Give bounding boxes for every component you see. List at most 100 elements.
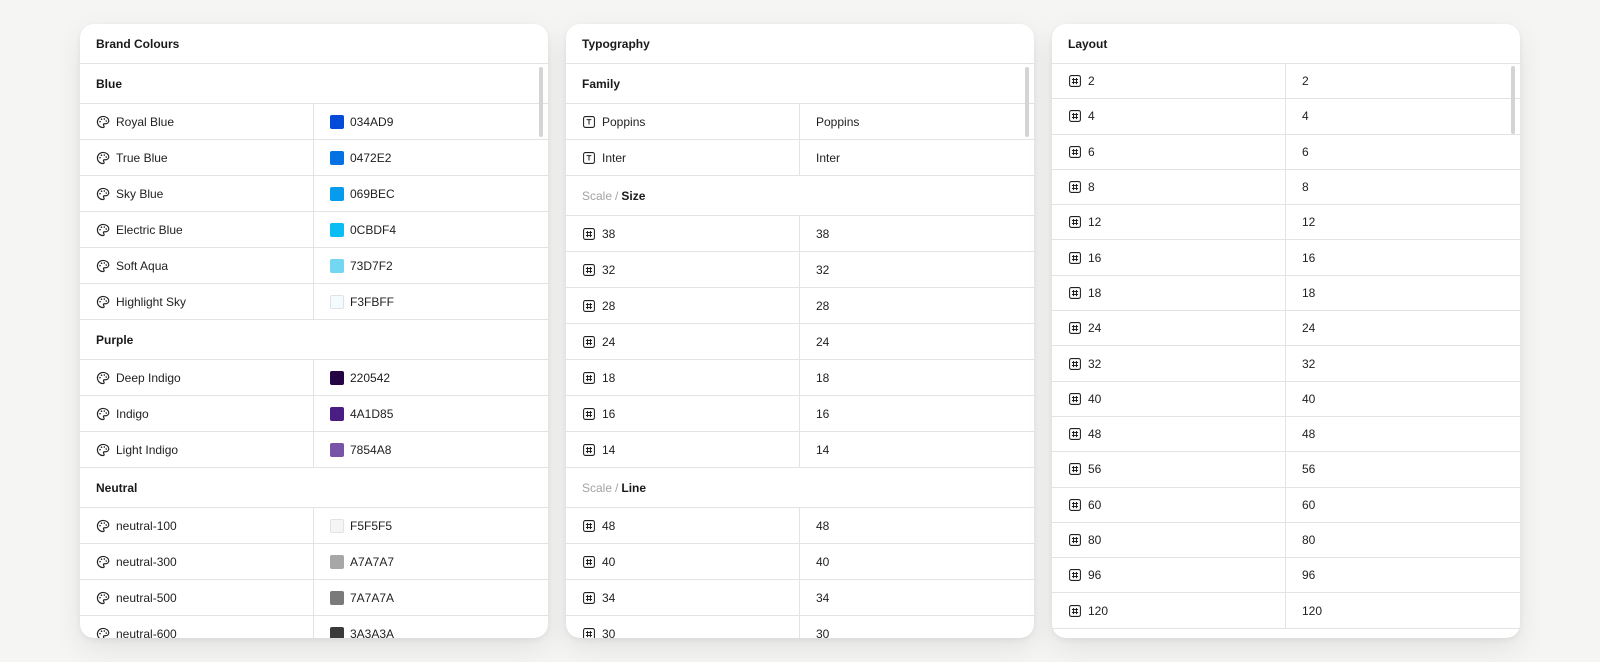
token-name-cell[interactable]: 8	[1052, 169, 1286, 205]
token-name-cell[interactable]: 40	[566, 544, 800, 579]
token-name-cell[interactable]: 56	[1052, 452, 1286, 487]
token-name-cell[interactable]: Inter	[566, 140, 800, 175]
token-value-cell[interactable]: 8	[1286, 170, 1520, 204]
token-name-cell[interactable]: 14	[566, 432, 800, 467]
color-token-row[interactable]: Soft Aqua 73D7F2	[80, 248, 548, 284]
token-value-cell[interactable]: 4	[1286, 99, 1520, 133]
token-value-cell[interactable]: 40	[1286, 382, 1520, 416]
token-name-cell[interactable]: 2	[1052, 64, 1286, 99]
token-name-cell[interactable]: Deep Indigo	[80, 360, 314, 395]
token-value-cell[interactable]: 18	[1286, 276, 1520, 310]
color-token-row[interactable]: neutral-600 3A3A3A	[80, 616, 548, 638]
spacing-token-row[interactable]: 16 16	[1052, 240, 1520, 276]
font-size-row[interactable]: 24 24	[566, 324, 1034, 360]
spacing-token-row[interactable]: 80 80	[1052, 522, 1520, 559]
token-name-cell[interactable]: neutral-600	[80, 616, 314, 638]
line-height-row[interactable]: 34 34	[566, 580, 1034, 616]
color-token-row[interactable]: True Blue 0472E2	[80, 140, 548, 176]
token-value-cell[interactable]: 60	[1286, 488, 1520, 522]
spacing-token-row[interactable]: 60 60	[1052, 487, 1520, 523]
token-value-cell[interactable]: 12	[1286, 205, 1520, 239]
token-value-cell[interactable]: 96	[1286, 558, 1520, 592]
token-value-cell[interactable]: 24	[800, 324, 1034, 359]
token-value-cell[interactable]: 034AD9	[314, 104, 548, 139]
token-value-cell[interactable]: 32	[1286, 346, 1520, 380]
token-value-cell[interactable]: 3A3A3A	[314, 616, 548, 638]
token-name-cell[interactable]: neutral-500	[80, 580, 314, 615]
token-name-cell[interactable]: 6	[1052, 134, 1286, 169]
token-name-cell[interactable]: Royal Blue	[80, 104, 314, 139]
color-token-row[interactable]: Sky Blue 069BEC	[80, 176, 548, 212]
token-name-cell[interactable]: 16	[1052, 240, 1286, 275]
color-token-row[interactable]: Royal Blue 034AD9	[80, 104, 548, 140]
color-token-row[interactable]: Indigo 4A1D85	[80, 396, 548, 432]
color-token-row[interactable]: Light Indigo 7854A8	[80, 432, 548, 468]
token-value-cell[interactable]: 6	[1286, 135, 1520, 169]
token-name-cell[interactable]: 38	[566, 216, 800, 251]
token-name-cell[interactable]: 60	[1052, 487, 1286, 522]
spacing-token-row[interactable]: 96 96	[1052, 558, 1520, 594]
color-token-row[interactable]: Deep Indigo 220542	[80, 360, 548, 396]
token-value-cell[interactable]: 32	[800, 252, 1034, 287]
color-token-row[interactable]: neutral-300 A7A7A7	[80, 544, 548, 580]
scrollbar-thumb[interactable]	[1025, 67, 1029, 137]
token-name-cell[interactable]: 48	[1052, 416, 1286, 452]
token-value-cell[interactable]: F5F5F5	[314, 508, 548, 543]
token-name-cell[interactable]: 24	[1052, 311, 1286, 346]
font-family-row[interactable]: Inter Inter	[566, 140, 1034, 176]
token-name-cell[interactable]: Sky Blue	[80, 176, 314, 211]
line-height-row[interactable]: 40 40	[566, 544, 1034, 580]
token-value-cell[interactable]: 0CBDF4	[314, 212, 548, 247]
token-name-cell[interactable]: 12	[1052, 205, 1286, 240]
token-value-cell[interactable]: 30	[800, 616, 1034, 639]
font-size-row[interactable]: 38 38	[566, 216, 1034, 252]
color-token-row[interactable]: Highlight Sky F3FBFF	[80, 284, 548, 320]
token-value-cell[interactable]: 2	[1286, 64, 1520, 98]
token-name-cell[interactable]: 32	[566, 252, 800, 287]
token-value-cell[interactable]: Inter	[800, 140, 1034, 175]
brand-colours-list[interactable]: Blue Royal Blue 034AD9 True Blue 0472E2 Sky B…	[80, 64, 548, 638]
token-name-cell[interactable]: 16	[566, 396, 800, 431]
font-size-row[interactable]: 32 32	[566, 252, 1034, 288]
spacing-token-row[interactable]: 40 40	[1052, 381, 1520, 417]
token-value-cell[interactable]: 220542	[314, 360, 548, 395]
token-name-cell[interactable]: Electric Blue	[80, 212, 314, 247]
spacing-token-row[interactable]: 48 48	[1052, 416, 1520, 453]
spacing-token-row[interactable]: 66	[1052, 134, 1520, 170]
token-name-cell[interactable]: Poppins	[566, 104, 800, 139]
token-value-cell[interactable]: 7A7A7A	[314, 580, 548, 615]
token-value-cell[interactable]: F3FBFF	[314, 284, 548, 319]
token-value-cell[interactable]: 120	[1286, 593, 1520, 627]
scrollbar-thumb[interactable]	[539, 67, 543, 137]
token-name-cell[interactable]: 24	[566, 324, 800, 359]
spacing-token-row[interactable]: 22	[1052, 64, 1520, 100]
token-value-cell[interactable]: 73D7F2	[314, 248, 548, 283]
font-size-row[interactable]: 18 18	[566, 360, 1034, 396]
font-size-row[interactable]: 16 16	[566, 396, 1034, 432]
spacing-token-row[interactable]: 32 32	[1052, 346, 1520, 382]
spacing-token-row[interactable]: 44	[1052, 99, 1520, 135]
spacing-token-row[interactable]: 56 56	[1052, 452, 1520, 488]
color-token-row[interactable]: neutral-100 F5F5F5	[80, 508, 548, 544]
token-value-cell[interactable]: 18	[800, 360, 1034, 395]
token-name-cell[interactable]: 40	[1052, 381, 1286, 416]
token-name-cell[interactable]: 120	[1052, 593, 1286, 628]
token-name-cell[interactable]: Light Indigo	[80, 432, 314, 467]
font-size-row[interactable]: 14 14	[566, 432, 1034, 468]
token-value-cell[interactable]: 80	[1286, 523, 1520, 557]
token-value-cell[interactable]: 48	[800, 508, 1034, 543]
token-name-cell[interactable]: True Blue	[80, 140, 314, 175]
spacing-token-row[interactable]: 120 120	[1052, 593, 1520, 629]
token-name-cell[interactable]: 80	[1052, 522, 1286, 558]
token-value-cell[interactable]: 14	[800, 432, 1034, 467]
token-value-cell[interactable]: 16	[1286, 240, 1520, 274]
token-name-cell[interactable]: 32	[1052, 346, 1286, 381]
layout-list[interactable]: 2 2 4 4 6 6 8 8 12 12 16 16 18 18 24 24 32 32 40 40 48 48 56 56…	[1052, 64, 1520, 638]
token-value-cell[interactable]: 24	[1286, 311, 1520, 345]
token-name-cell[interactable]: 4	[1052, 99, 1286, 134]
line-height-row[interactable]: 48 48	[566, 508, 1034, 544]
token-name-cell[interactable]: Soft Aqua	[80, 248, 314, 283]
token-name-cell[interactable]: Highlight Sky	[80, 284, 314, 319]
token-value-cell[interactable]: 38	[800, 216, 1034, 251]
token-name-cell[interactable]: neutral-300	[80, 544, 314, 579]
